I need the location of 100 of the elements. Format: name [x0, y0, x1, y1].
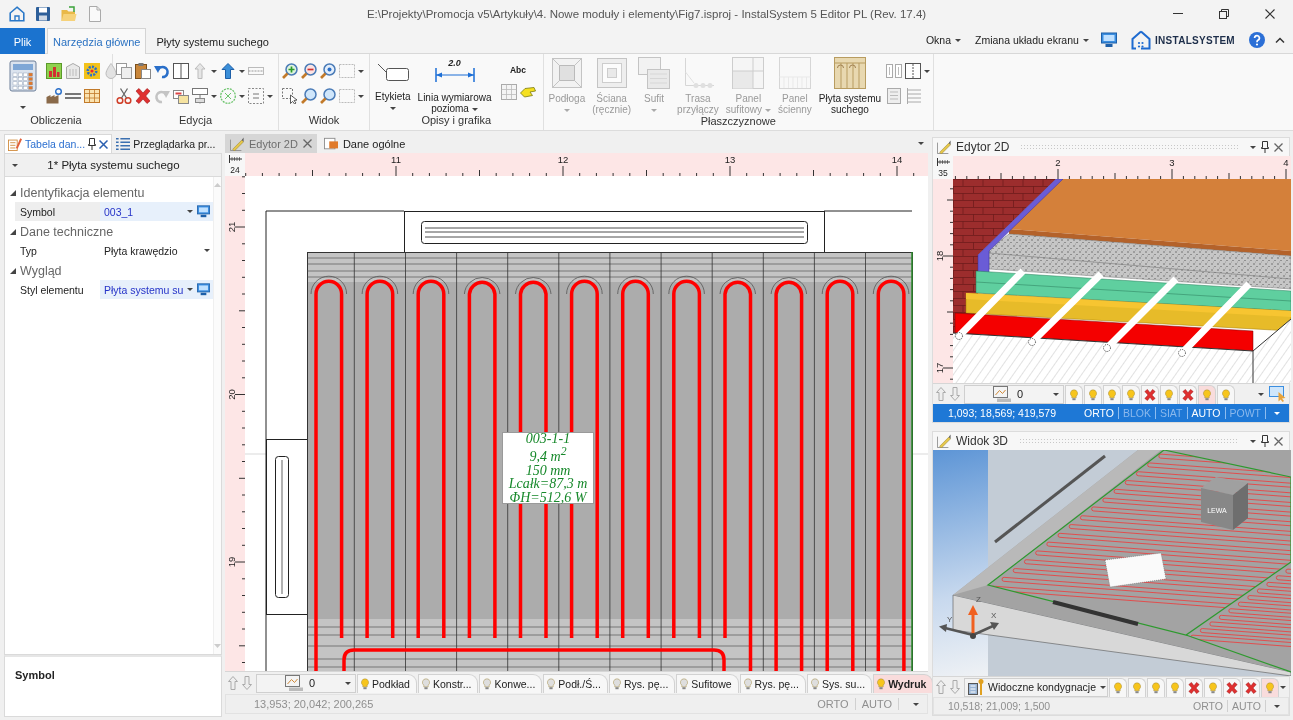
- magnifier-icon[interactable]: [320, 88, 336, 104]
- caret-icon[interactable]: [1280, 685, 1286, 689]
- ribbon-button[interactable]: 2.0 Linia wymiarowa pozioma: [415, 57, 494, 114]
- pin-icon[interactable]: [1261, 435, 1269, 447]
- property-value[interactable]: Płyta systemu su: [100, 280, 214, 299]
- gear-icon[interactable]: [84, 63, 100, 79]
- property-name[interactable]: Typ: [15, 241, 100, 260]
- paste-icon[interactable]: [135, 63, 151, 79]
- caret-icon[interactable]: [924, 69, 931, 73]
- table-icon[interactable]: [500, 84, 517, 100]
- zoom-icon[interactable]: [320, 63, 336, 79]
- ribbon-tab[interactable]: Płyty systemu suchego: [146, 28, 279, 54]
- property-name[interactable]: Symbol: [15, 202, 100, 221]
- ribbon-button[interactable]: Płyta systemu suchego: [816, 57, 884, 115]
- folder-icon[interactable]: [61, 5, 77, 22]
- building-icon[interactable]: [65, 63, 81, 79]
- sheet-icon[interactable]: [886, 88, 903, 104]
- delete-icon[interactable]: [135, 88, 151, 104]
- layer-tab[interactable]: [1242, 677, 1260, 697]
- panel-tab[interactable]: Przeglądarka pr...: [112, 134, 220, 153]
- menu-button[interactable]: Zmiana układu ekranu: [973, 34, 1091, 46]
- monitor-icon[interactable]: [197, 283, 211, 296]
- undo-icon[interactable]: [154, 63, 170, 79]
- close-icon[interactable]: [1274, 142, 1283, 152]
- layer-tab[interactable]: Konwe...: [479, 673, 543, 693]
- caret-icon[interactable]: [1250, 439, 1256, 443]
- panel-tab[interactable]: Tabela dan...: [4, 134, 113, 153]
- layer-tab[interactable]: [1179, 384, 1197, 404]
- layer-tab[interactable]: Rys. pę...: [608, 673, 676, 693]
- caret-icon[interactable]: [358, 94, 364, 98]
- close-icon[interactable]: [99, 139, 109, 149]
- align-icon[interactable]: [192, 88, 208, 104]
- split-frame-icon[interactable]: [905, 63, 922, 79]
- layer-dropdown[interactable]: Widoczne kondygnacje: [964, 677, 1108, 697]
- caret-icon[interactable]: [918, 142, 924, 145]
- calculator-icon[interactable]: [7, 60, 39, 92]
- caret-icon[interactable]: [358, 69, 364, 73]
- caret-icon[interactable]: [211, 94, 217, 98]
- help-icon[interactable]: [1249, 32, 1265, 48]
- bar-chart-icon[interactable]: [46, 63, 62, 79]
- caret-icon[interactable]: [1250, 145, 1256, 149]
- hand-icon[interactable]: [519, 84, 536, 100]
- document-tab[interactable]: Edytor 2D: [225, 134, 317, 153]
- factory-icon[interactable]: [46, 88, 62, 104]
- layer-tab[interactable]: [1223, 677, 1241, 697]
- list-icon[interactable]: [905, 88, 922, 104]
- zoom-in-icon[interactable]: [282, 63, 298, 79]
- layer-tab[interactable]: [1185, 677, 1203, 697]
- caret-icon[interactable]: [267, 94, 273, 98]
- caret-icon[interactable]: [1274, 411, 1280, 415]
- house-icon[interactable]: [9, 5, 25, 22]
- view-cube[interactable]: [1201, 477, 1248, 530]
- monitor-icon[interactable]: [197, 205, 211, 218]
- property-value[interactable]: 003_1: [100, 202, 214, 221]
- layer-tab[interactable]: Podł./Ś...: [543, 673, 608, 693]
- property-value[interactable]: Płyta krawędzio: [100, 241, 214, 260]
- pin-icon[interactable]: [1261, 141, 1269, 153]
- ruler-origin-icon[interactable]: [228, 155, 242, 163]
- expand-arrow-icon[interactable]: [10, 189, 16, 196]
- select-icon[interactable]: [282, 88, 298, 104]
- ruler-origin-icon[interactable]: [936, 158, 950, 166]
- pin-icon[interactable]: [88, 138, 97, 150]
- bold-arrow-icon[interactable]: [220, 63, 236, 79]
- cards-icon[interactable]: [173, 88, 189, 104]
- mode-toggle[interactable]: AUTO: [1187, 407, 1226, 419]
- layer-dropdown[interactable]: 0: [964, 384, 1064, 404]
- save-icon[interactable]: [35, 5, 51, 22]
- scissors-icon[interactable]: [116, 88, 132, 104]
- caret-icon[interactable]: [20, 106, 26, 109]
- layer-tab[interactable]: Wydruk: [873, 673, 934, 693]
- caret-icon[interactable]: [913, 702, 919, 706]
- table-icon[interactable]: [84, 88, 100, 104]
- ribbon-button[interactable]: Etykieta: [373, 57, 413, 114]
- zoom-out-icon[interactable]: [301, 63, 317, 79]
- magnifier-icon[interactable]: [301, 88, 317, 104]
- expand-arrow-icon[interactable]: [10, 267, 16, 274]
- close-icon[interactable]: [1274, 436, 1283, 446]
- caret-icon[interactable]: [1274, 704, 1280, 708]
- caret-icon[interactable]: [211, 69, 217, 73]
- split-panel-icon[interactable]: [173, 63, 189, 79]
- caret-icon[interactable]: [239, 94, 245, 98]
- layer-tab[interactable]: Konstr...: [417, 673, 479, 693]
- ribbon-tab[interactable]: Narzędzia główne: [47, 28, 147, 54]
- menu-button[interactable]: Okna: [923, 34, 963, 46]
- chevron-up-icon[interactable]: [1275, 36, 1285, 44]
- layer-dropdown[interactable]: 0: [256, 673, 356, 693]
- document-icon[interactable]: [87, 5, 103, 22]
- text-tool-button[interactable]: Abc: [509, 65, 527, 75]
- ribbon-tab[interactable]: Plik: [0, 28, 45, 54]
- caret-icon[interactable]: [12, 163, 18, 167]
- document-tab[interactable]: Dane ogólne: [318, 134, 411, 153]
- caret-icon[interactable]: [239, 69, 245, 73]
- layer-tab[interactable]: Podkład: [357, 673, 417, 693]
- drop-icon[interactable]: [103, 63, 119, 79]
- property-name[interactable]: Styl elementu: [15, 280, 100, 299]
- layer-tab[interactable]: Rys. pę...: [739, 673, 806, 693]
- expand-arrow-icon[interactable]: [10, 228, 16, 235]
- layer-tab[interactable]: Sys. su...: [806, 673, 873, 693]
- close-icon[interactable]: [302, 139, 312, 148]
- mode-toggle[interactable]: ORTO: [1080, 407, 1119, 419]
